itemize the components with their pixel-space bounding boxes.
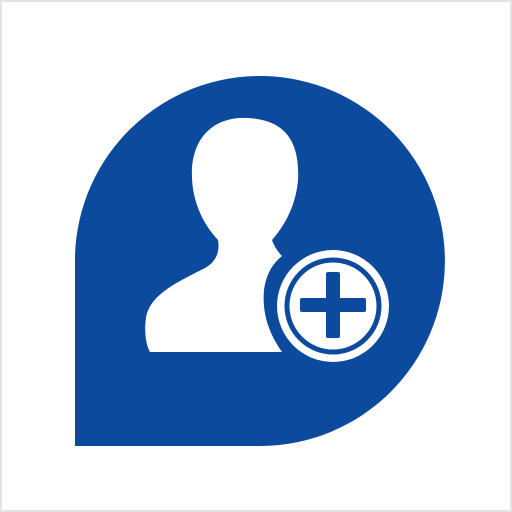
plus-horizontal-bar xyxy=(300,298,366,312)
add-contact-icon[interactable] xyxy=(0,0,512,512)
app-icon-canvas xyxy=(0,0,512,512)
plus-badge-icon xyxy=(269,242,397,370)
